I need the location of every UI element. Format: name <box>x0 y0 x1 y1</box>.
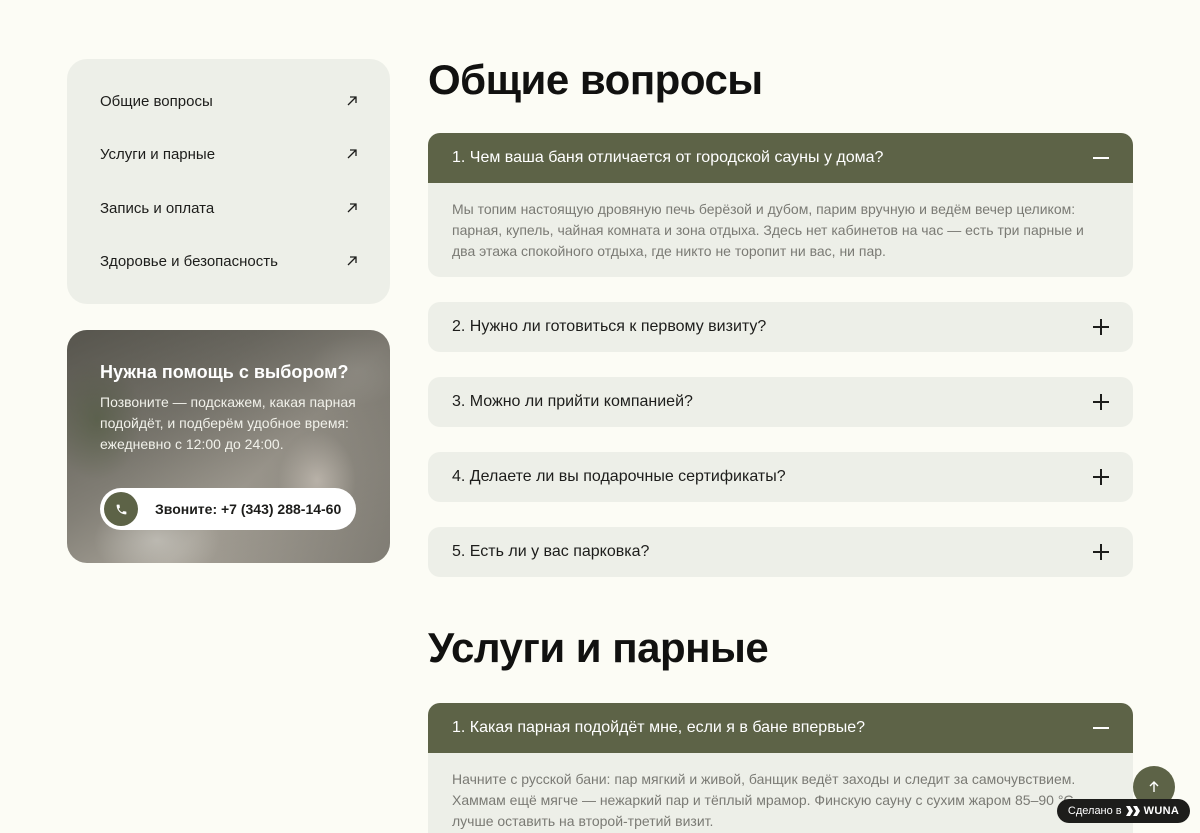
faq-item: 4. Делаете ли вы подарочные сертификаты? <box>428 452 1133 502</box>
faq-question-toggle[interactable]: 1. Чем ваша баня отличается от городской… <box>428 133 1133 183</box>
faq-question-toggle[interactable]: 1. Какая парная подойдёт мне, если я в б… <box>428 703 1133 753</box>
plus-icon <box>1093 544 1109 560</box>
faq-item: 1. Какая парная подойдёт мне, если я в б… <box>428 703 1133 833</box>
phone-icon <box>104 492 138 526</box>
sidebar-item-booking[interactable]: Запись и оплата <box>100 193 358 223</box>
sidebar-item-health[interactable]: Здоровье и безопасность <box>100 246 358 276</box>
help-title: Нужна помощь с выбором? <box>100 362 349 382</box>
sidebar-item-label: Услуги и парные <box>100 145 216 163</box>
faq-question: 1. Чем ваша баня отличается от городской… <box>452 149 884 166</box>
sidebar-item-services[interactable]: Услуги и парные <box>100 139 358 169</box>
sidebar-item-label: Запись и оплата <box>100 199 215 217</box>
sidebar-item-general[interactable]: Общие вопросы <box>100 86 358 116</box>
sidebar-nav: Общие вопросы Услуги и парные Запись и о… <box>67 59 390 304</box>
wuna-logo-icon <box>1125 806 1140 816</box>
call-button-label: Звоните: +7 (343) 288-14-60 <box>155 501 342 517</box>
plus-icon <box>1093 469 1109 485</box>
faq-item: 2. Нужно ли готовиться к первому визиту? <box>428 302 1133 352</box>
faq-question-toggle[interactable]: 4. Делаете ли вы подарочные сертификаты? <box>428 452 1133 502</box>
plus-icon <box>1093 319 1109 335</box>
faq-question: 4. Делаете ли вы подарочные сертификаты? <box>452 468 786 485</box>
call-button[interactable]: Звоните: +7 (343) 288-14-60 <box>100 488 356 530</box>
sidebar-item-label: Здоровье и безопасность <box>100 252 278 270</box>
made-by-prefix: Сделано в <box>1067 805 1122 817</box>
help-card: Нужна помощь с выбором? Позвоните — подс… <box>67 330 390 563</box>
faq-item: 5. Есть ли у вас парковка? <box>428 527 1133 577</box>
section-title-services: Услуги и парные <box>428 624 769 671</box>
arrow-up-right-icon <box>347 149 357 159</box>
faq-question: 1. Какая парная подойдёт мне, если я в б… <box>452 719 865 736</box>
faq-question-toggle[interactable]: 2. Нужно ли готовиться к первому визиту? <box>428 302 1133 352</box>
faq-answer: Мы топим настоящую дровяную печь берёзой… <box>452 201 1084 259</box>
minus-icon <box>1093 720 1109 736</box>
arrow-up-right-icon <box>347 203 357 213</box>
sidebar-item-label: Общие вопросы <box>100 92 213 110</box>
help-text: Позвоните — подскажем, какая парная подо… <box>100 394 356 452</box>
arrow-up-right-icon <box>347 256 357 266</box>
faq-item: 1. Чем ваша баня отличается от городской… <box>428 133 1133 277</box>
faq-item: 3. Можно ли прийти компанией? <box>428 377 1133 427</box>
faq-question: 3. Можно ли прийти компанией? <box>452 393 693 410</box>
minus-icon <box>1093 150 1109 166</box>
made-by-brand: WUNA <box>1143 805 1180 817</box>
faq-answer: Начните с русской бани: пар мягкий и жив… <box>452 771 1076 829</box>
section-title-general: Общие вопросы <box>428 56 763 103</box>
plus-icon <box>1093 394 1109 410</box>
faq-question-toggle[interactable]: 3. Можно ли прийти компанией? <box>428 377 1133 427</box>
arrow-up-right-icon <box>347 96 357 106</box>
arrow-up-icon <box>1149 781 1159 792</box>
faq-question: 5. Есть ли у вас парковка? <box>452 543 650 560</box>
faq-question-toggle[interactable]: 5. Есть ли у вас парковка? <box>428 527 1133 577</box>
faq-question: 2. Нужно ли готовиться к первому визиту? <box>452 318 767 335</box>
made-by-badge[interactable]: Сделано в WUNA <box>1057 799 1190 823</box>
